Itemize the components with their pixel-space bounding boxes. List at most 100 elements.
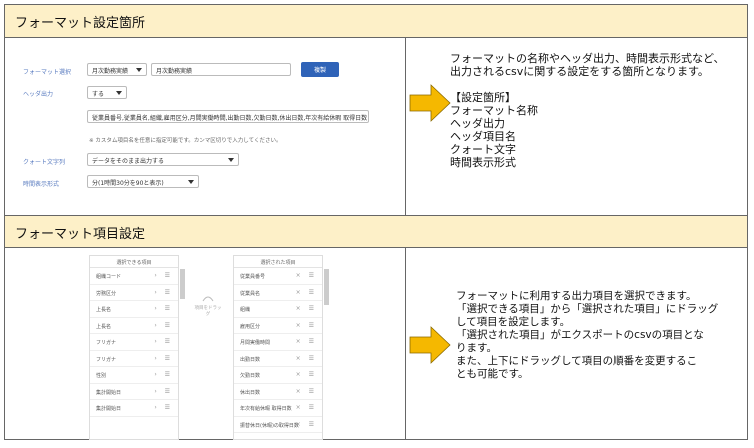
section-header-format-settings: フォーマット設定箇所	[5, 5, 747, 38]
list-item[interactable]: 雇用区分 × ☰	[234, 318, 322, 334]
chevron-down-icon	[228, 158, 234, 162]
list-item-label: 欠勤日数	[240, 373, 261, 379]
desc-line: とも可能です。	[456, 368, 529, 380]
close-icon[interactable]: × ☰	[296, 421, 317, 428]
quote-select[interactable]: データをそのまま出力する	[87, 153, 239, 166]
figure-frame: フォーマット設定箇所 フォーマット選択 月次勤務実績 月次勤務実績 複製 ヘッダ…	[4, 4, 748, 440]
list-item[interactable]: 従業員番号 × ☰	[234, 268, 322, 285]
drag-handle-icon[interactable]: › ☰	[154, 305, 173, 312]
format-select-value: 月次勤務実績	[92, 68, 129, 75]
desc-line: フォーマットの名称やヘッダ出力、時間表示形式など、	[450, 52, 725, 65]
list-item-label: 振替休日(休暇)の取得日数	[240, 422, 299, 429]
time-format-select[interactable]: 分(1時間30分を90と表示)	[87, 175, 199, 188]
list-item[interactable]: 性別 › ☰	[90, 367, 178, 384]
close-icon[interactable]: × ☰	[296, 355, 317, 362]
list-item[interactable]: 月間実働時間 × ☰	[234, 334, 322, 351]
chevron-down-icon	[136, 68, 142, 72]
header-items-note: ※ カスタム項目名を任意に指定可能です。カンマ区切りで入力してください。	[89, 138, 282, 144]
desc-line: また、上下にドラッグして項目の順番を変更するこ	[456, 355, 698, 367]
list-item-label: 集計開始日	[96, 389, 122, 396]
desc-line: 【設定箇所】	[450, 91, 516, 104]
desc-line: 「選択された項目」がエクスポートのcsvの項目とな	[456, 329, 704, 341]
list-item-label: 月間実働時間	[240, 340, 271, 346]
format-select[interactable]: 月次勤務実績	[87, 63, 147, 76]
drag-handle-icon[interactable]: › ☰	[154, 272, 173, 279]
chevron-down-icon	[116, 91, 122, 95]
drag-handle-icon[interactable]: › ☰	[154, 289, 173, 296]
list-item[interactable]: 組織コード › ☰	[90, 268, 178, 285]
desc-line: 「選択できる項目」から「選択された項目」にドラッグ	[456, 303, 719, 315]
drag-hint-label: 項目をドラッグ	[194, 306, 222, 317]
desc-line: して項目を設定します。	[456, 316, 571, 328]
header-output-label: ヘッダ出力	[23, 91, 54, 98]
divider	[405, 38, 406, 215]
desc-line	[450, 78, 724, 91]
drag-handle-icon[interactable]: › ☰	[154, 388, 173, 395]
desc-line: フォーマット名称	[450, 104, 538, 117]
section-header-format-items: フォーマット項目設定	[5, 215, 747, 248]
format-settings-description: フォーマットの名称やヘッダ出力、時間表示形式など、 出力されるcsvに関する設定…	[450, 52, 724, 169]
drag-hint: 項目をドラッグ	[193, 293, 223, 317]
chevron-down-icon	[188, 180, 194, 184]
list-item-label: 雇用区分	[240, 323, 261, 330]
close-icon[interactable]: × ☰	[296, 371, 317, 378]
drag-handle-icon[interactable]: › ☰	[154, 322, 173, 329]
close-icon[interactable]: × ☰	[296, 289, 317, 296]
list-item[interactable]: 振替休日(休暇)の取得日数 × ☰	[234, 417, 322, 433]
list-item-label: 労務区分	[96, 290, 117, 297]
desc-line: 出力されるcsvに関する設定をする箇所となります。	[450, 65, 709, 78]
list-item[interactable]: 上長名 › ☰	[90, 318, 178, 334]
list-item[interactable]: 労務区分 › ☰	[90, 285, 178, 301]
desc-line: ヘッダ出力	[450, 117, 505, 130]
selected-items-title: 選択された項目	[234, 256, 322, 268]
drag-handle-icon[interactable]: › ☰	[154, 371, 173, 378]
list-item[interactable]: 従業員名 × ☰	[234, 285, 322, 301]
quote-select-value: データをそのまま出力する	[92, 158, 165, 165]
header-output-select[interactable]: する	[87, 86, 127, 99]
format-settings-panel: フォーマット選択 月次勤務実績 月次勤務実績 複製 ヘッダ出力 する 従業員番号…	[5, 39, 405, 215]
format-name-input[interactable]: 月次勤務実績	[151, 63, 291, 76]
selected-list-scrollbar[interactable]	[324, 269, 329, 305]
desc-line: ります。	[456, 342, 497, 354]
close-icon[interactable]: × ☰	[296, 338, 317, 345]
close-icon[interactable]: × ☰	[296, 272, 317, 279]
list-item-label: 集計開始日	[96, 406, 122, 412]
close-icon[interactable]: × ☰	[296, 322, 317, 329]
list-item-label: 年次有給休暇 取得日数	[240, 406, 292, 412]
copy-button[interactable]: 複製	[301, 62, 339, 77]
close-icon[interactable]: × ☰	[296, 388, 317, 395]
drag-handle-icon[interactable]: › ☰	[154, 404, 173, 411]
list-item-label: 出勤日数	[240, 356, 261, 363]
list-item[interactable]: フリガナ › ☰	[90, 351, 178, 367]
quote-label: クォート文字列	[23, 159, 66, 166]
close-icon[interactable]: × ☰	[296, 404, 317, 411]
list-item-label: フリガナ	[96, 340, 117, 346]
list-item[interactable]: 上長名 › ☰	[90, 301, 178, 318]
right-arrow-icon	[409, 326, 451, 364]
header-items-input[interactable]: 従業員番号,従業員名,組織,雇用区分,月間実働時間,出勤日数,欠勤日数,休出日数…	[87, 110, 369, 123]
drag-hand-icon	[202, 296, 214, 302]
list-item[interactable]: 休出日数 × ☰	[234, 384, 322, 400]
list-item[interactable]: 出勤日数 × ☰	[234, 351, 322, 367]
format-items-description: フォーマットに利用する出力項目を選択できます。 「選択できる項目」から「選択され…	[456, 290, 718, 381]
right-arrow-icon	[409, 84, 451, 122]
list-item-label: フリガナ	[96, 356, 117, 363]
time-format-label: 時間表示形式	[23, 181, 60, 188]
divider	[405, 248, 406, 440]
available-items-list: 選択できる項目 組織コード › ☰ 労務区分 › ☰ 上長名 › ☰ 上長名 › ☰ フ…	[89, 255, 179, 440]
close-icon[interactable]: × ☰	[296, 305, 317, 312]
list-item-label: 組織コード	[96, 274, 122, 280]
desc-line: フォーマットに利用する出力項目を選択できます。	[456, 290, 697, 302]
list-item[interactable]: 欠勤日数 × ☰	[234, 367, 322, 384]
list-item[interactable]: 集計開始日 › ☰	[90, 384, 178, 400]
list-item[interactable]: 年次有給休暇 取得日数 × ☰	[234, 400, 322, 417]
list-item-label: 組織	[240, 307, 251, 313]
available-list-scrollbar[interactable]	[180, 269, 185, 299]
drag-handle-icon[interactable]: › ☰	[154, 338, 173, 345]
list-item[interactable]: 集計開始日 › ☰	[90, 400, 178, 417]
drag-handle-icon[interactable]: › ☰	[154, 355, 173, 362]
list-item[interactable]: 組織 × ☰	[234, 301, 322, 318]
desc-line: 時間表示形式	[450, 156, 516, 169]
list-item-label: 従業員番号	[240, 274, 266, 280]
list-item[interactable]: フリガナ › ☰	[90, 334, 178, 351]
